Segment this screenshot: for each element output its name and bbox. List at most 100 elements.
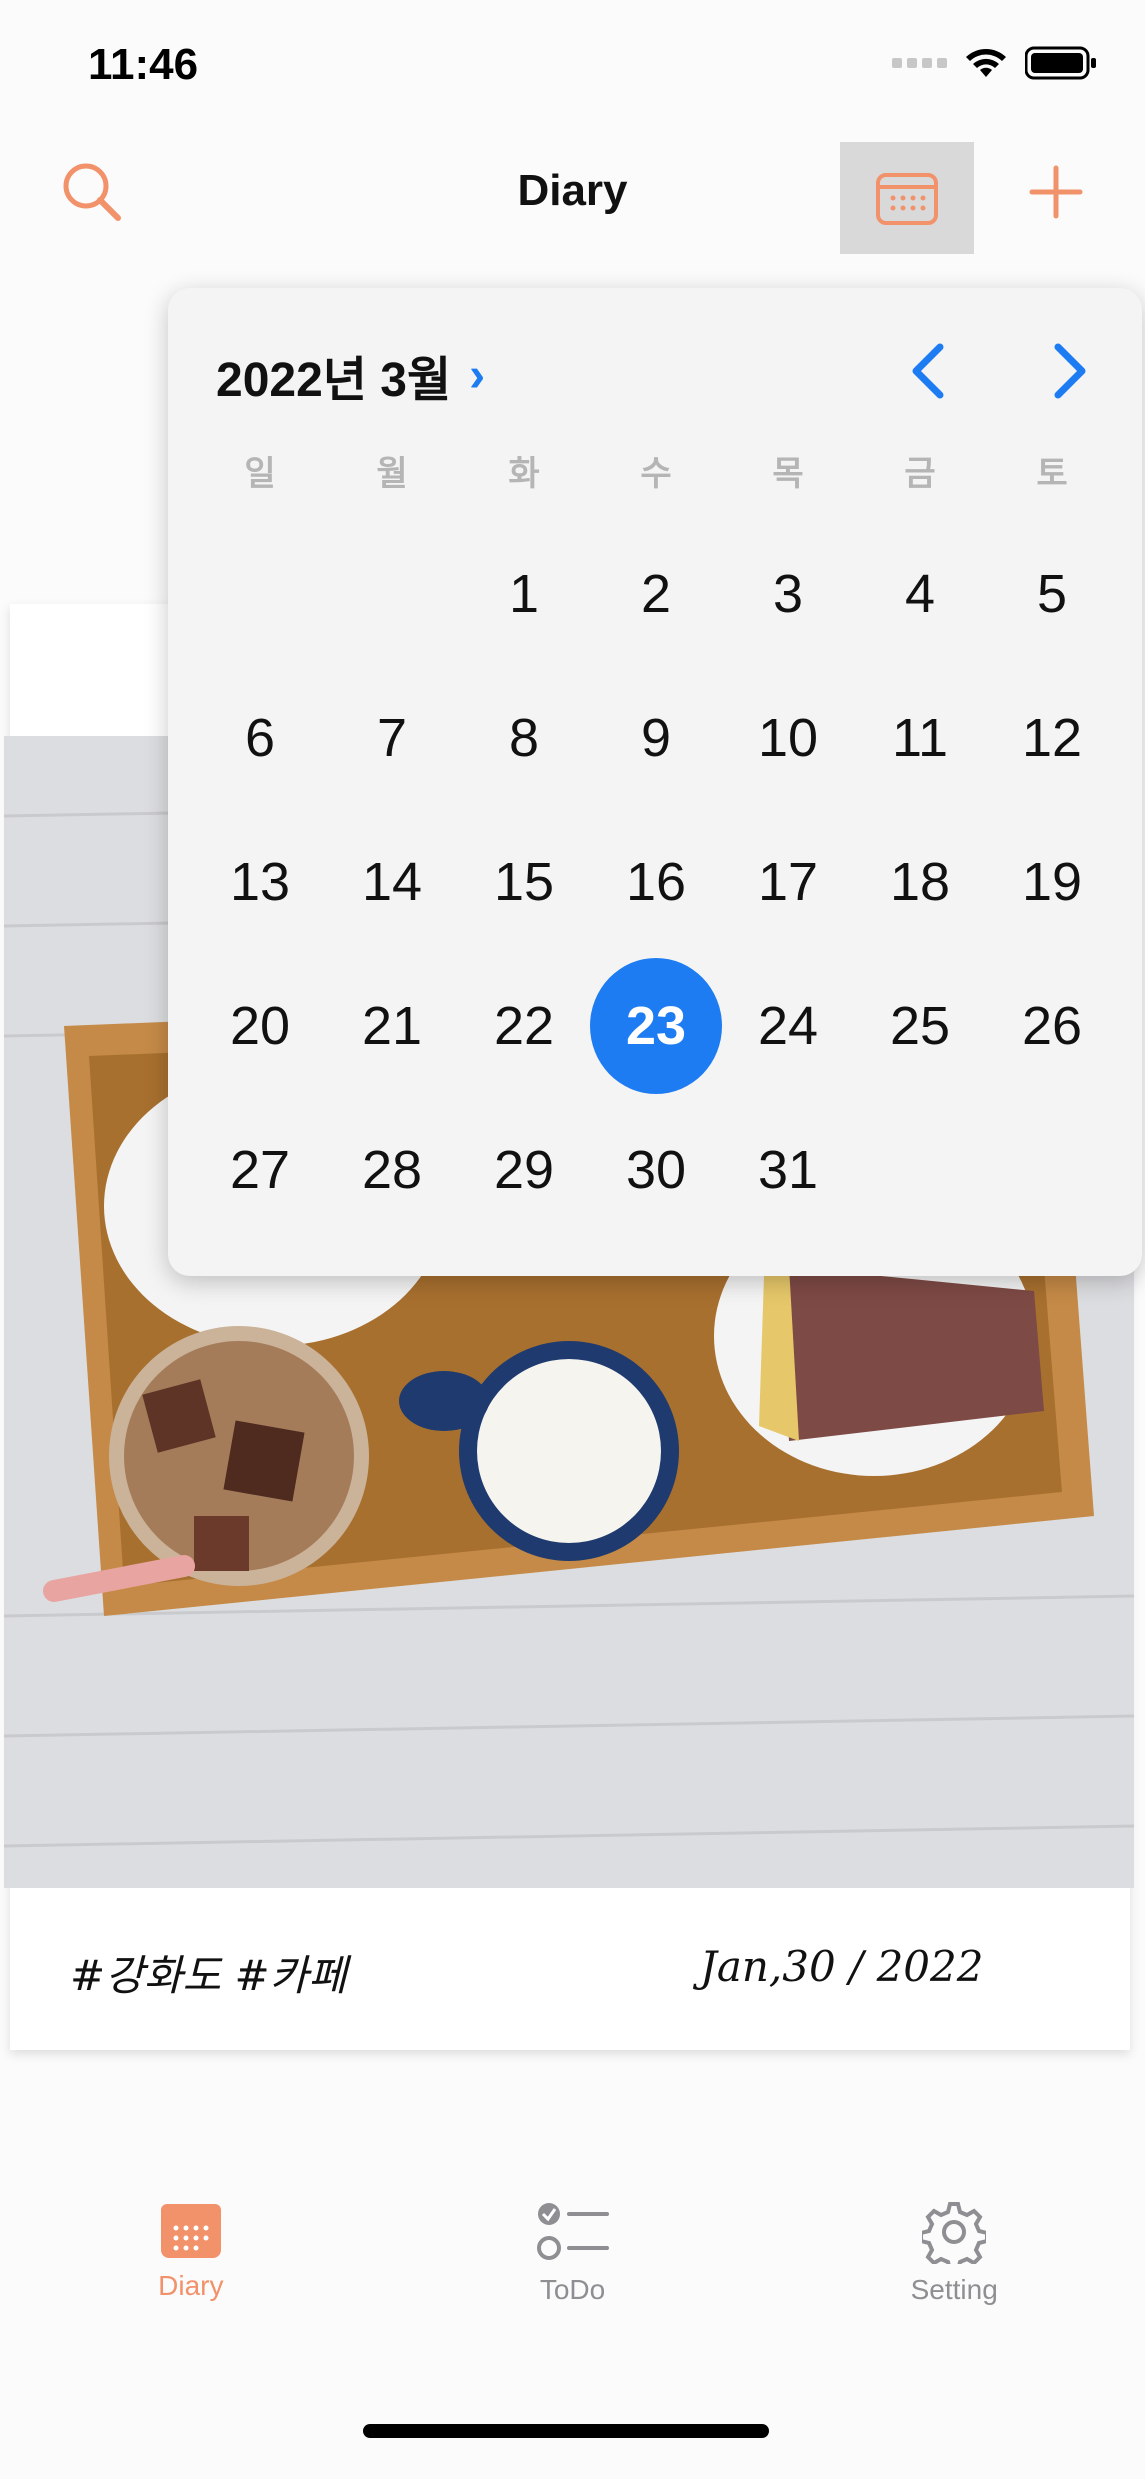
previous-month-button[interactable] (898, 336, 958, 406)
tab-bar: Diary ToDo Setting (0, 2200, 1145, 2360)
day-cell[interactable]: 13 (194, 810, 326, 954)
day-number: 30 (625, 1140, 687, 1200)
tab-setting-label: Setting (910, 2274, 998, 2305)
day-cell[interactable]: 24 (722, 954, 854, 1098)
day-number: 22 (493, 996, 555, 1056)
day-cell[interactable]: 3 (722, 522, 854, 666)
day-cell[interactable]: 7 (326, 666, 458, 810)
day-number: 6 (244, 708, 276, 768)
day-number: 13 (229, 852, 291, 912)
plus-icon (1029, 165, 1083, 219)
gear-icon (922, 2202, 987, 2264)
weekday-label: 수 (640, 455, 672, 493)
entry-date: Jan,30 / 2022 (700, 1942, 984, 1991)
day-cell[interactable]: 14 (326, 810, 458, 954)
day-number: 21 (361, 996, 423, 1056)
tab-todo[interactable]: ToDo (382, 2200, 764, 2360)
day-number: 2 (640, 564, 672, 624)
day-number: 9 (640, 708, 672, 768)
day-cell[interactable]: 12 (986, 666, 1118, 810)
month-year-label: 2022년 3월 (216, 354, 452, 407)
day-cell[interactable]: 19 (986, 810, 1118, 954)
day-cell[interactable]: 31 (722, 1098, 854, 1242)
day-cell[interactable]: 26 (986, 954, 1118, 1098)
day-cell[interactable]: 1 (458, 522, 590, 666)
day-number: 1 (508, 564, 540, 624)
add-entry-button[interactable] (1020, 156, 1092, 228)
weekday-header: 일월화수목금토 (194, 446, 1118, 495)
status-time: 11:46 (88, 40, 199, 89)
day-number: 29 (493, 1140, 555, 1200)
month-year-selector[interactable]: 2022년 3월 › (216, 340, 485, 410)
weekday-label: 화 (508, 455, 540, 493)
next-month-button[interactable] (1040, 336, 1100, 406)
wifi-icon (966, 49, 1006, 77)
weekday-label: 일 (244, 455, 276, 493)
home-indicator (363, 2424, 769, 2438)
empty-day-cell (326, 522, 458, 666)
day-number: 15 (493, 852, 555, 912)
day-number: 31 (757, 1140, 819, 1200)
day-number: 4 (904, 564, 936, 624)
day-number: 26 (1021, 996, 1083, 1056)
weekday-label: 토 (1036, 455, 1068, 493)
calendar-icon (876, 173, 938, 225)
empty-day-cell (194, 522, 326, 666)
day-number: 14 (361, 852, 423, 912)
empty-day-cell (986, 1098, 1118, 1242)
day-number: 23 (590, 958, 722, 1094)
cellular-signal-icon (892, 58, 947, 68)
day-cell[interactable]: 17 (722, 810, 854, 954)
day-number: 18 (889, 852, 951, 912)
chevron-left-icon (912, 343, 944, 399)
day-cell[interactable]: 4 (854, 522, 986, 666)
day-cell[interactable]: 9 (590, 666, 722, 810)
tab-diary[interactable]: Diary (0, 2200, 382, 2360)
day-cell[interactable]: 10 (722, 666, 854, 810)
day-cell[interactable]: 16 (590, 810, 722, 954)
empty-day-cell (854, 1098, 986, 1242)
chevron-right-icon (1054, 343, 1086, 399)
day-cell[interactable]: 11 (854, 666, 986, 810)
day-grid: 1 2 3 4 5 6 7 8 9 10 11 12 13 14 15 16 17 18 19 20 21 22 23 24 2… (194, 522, 1118, 1386)
day-number: 19 (1021, 852, 1083, 912)
day-number: 16 (625, 852, 687, 912)
battery-icon (1025, 46, 1096, 80)
weekday-label: 목 (772, 455, 804, 493)
day-number: 11 (891, 708, 949, 768)
day-cell[interactable]: 25 (854, 954, 986, 1098)
day-cell[interactable]: 8 (458, 666, 590, 810)
day-number: 10 (757, 708, 819, 768)
day-cell[interactable]: 5 (986, 522, 1118, 666)
day-number: 8 (508, 708, 540, 768)
day-number: 7 (376, 708, 408, 768)
day-number: 28 (361, 1140, 423, 1200)
day-cell[interactable]: 2 (590, 522, 722, 666)
day-cell[interactable]: 15 (458, 810, 590, 954)
day-number: 25 (889, 996, 951, 1056)
tab-diary-label: Diary (158, 2270, 224, 2301)
selected-day-cell[interactable]: 23 (590, 954, 722, 1098)
day-cell[interactable]: 6 (194, 666, 326, 810)
weekday-label: 월 (376, 455, 408, 493)
day-cell[interactable]: 27 (194, 1098, 326, 1242)
date-picker-popover[interactable]: 2022년 3월 › 일월화수목금토 1 2 3 4 5 6 7 8 9 10 11 12 13 14 15… (168, 288, 1142, 1276)
chevron-right-icon: › (469, 348, 486, 402)
weekday-label: 금 (904, 455, 936, 493)
day-cell[interactable]: 18 (854, 810, 986, 954)
day-cell[interactable]: 29 (458, 1098, 590, 1242)
calendar-icon (160, 2204, 221, 2258)
day-cell[interactable]: 30 (590, 1098, 722, 1242)
tab-setting[interactable]: Setting (763, 2200, 1145, 2360)
day-number: 24 (757, 996, 819, 1056)
checklist-icon (536, 2203, 609, 2260)
day-cell[interactable]: 21 (326, 954, 458, 1098)
day-number: 5 (1036, 564, 1068, 624)
status-icons (892, 46, 1097, 80)
day-cell[interactable]: 28 (326, 1098, 458, 1242)
day-cell[interactable]: 22 (458, 954, 590, 1098)
day-number: 17 (757, 852, 819, 912)
day-cell[interactable]: 20 (194, 954, 326, 1098)
day-number: 3 (772, 564, 804, 624)
calendar-button[interactable] (840, 142, 974, 254)
